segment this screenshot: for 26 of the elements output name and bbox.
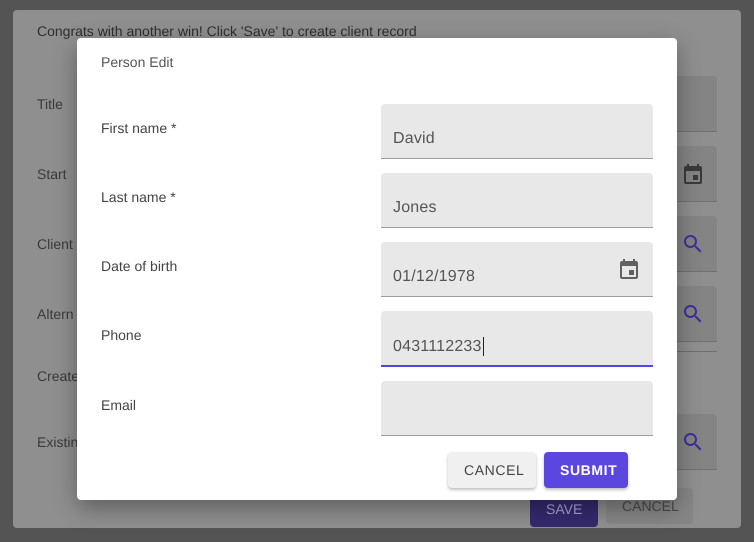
input-field[interactable]: 0431112233	[381, 311, 653, 367]
submit-button[interactable]: SUBMIT	[544, 452, 628, 488]
input-field[interactable]: David	[381, 104, 653, 159]
field-label: Phone	[101, 326, 142, 343]
field-label: Last name *	[101, 188, 177, 205]
text-cursor	[482, 337, 484, 356]
search-icon	[684, 432, 702, 450]
field-label: Existin	[37, 434, 80, 450]
calendar-icon	[620, 258, 638, 279]
field-label: Create	[37, 368, 80, 384]
cancel-button[interactable]: CANCEL	[448, 452, 536, 488]
dialog-title: Person Edit	[101, 54, 174, 72]
calendar-icon	[684, 163, 702, 184]
field-label: First name *	[101, 119, 178, 136]
input-field[interactable]: 01/12/1978	[381, 242, 653, 297]
input-field[interactable]: Jones	[381, 173, 653, 228]
field-label: Client	[37, 236, 74, 252]
field-label: Date of birth	[101, 257, 178, 274]
search-icon	[684, 234, 702, 252]
input-field[interactable]	[381, 381, 653, 436]
search-icon	[684, 304, 702, 322]
field-label: Start	[37, 166, 68, 182]
field-label: Email	[101, 396, 138, 413]
message-text: Congrats with another win! Click 'Save' to create client record	[37, 24, 418, 38]
field-label: Title	[37, 96, 64, 112]
field-label: Altern	[37, 306, 75, 322]
